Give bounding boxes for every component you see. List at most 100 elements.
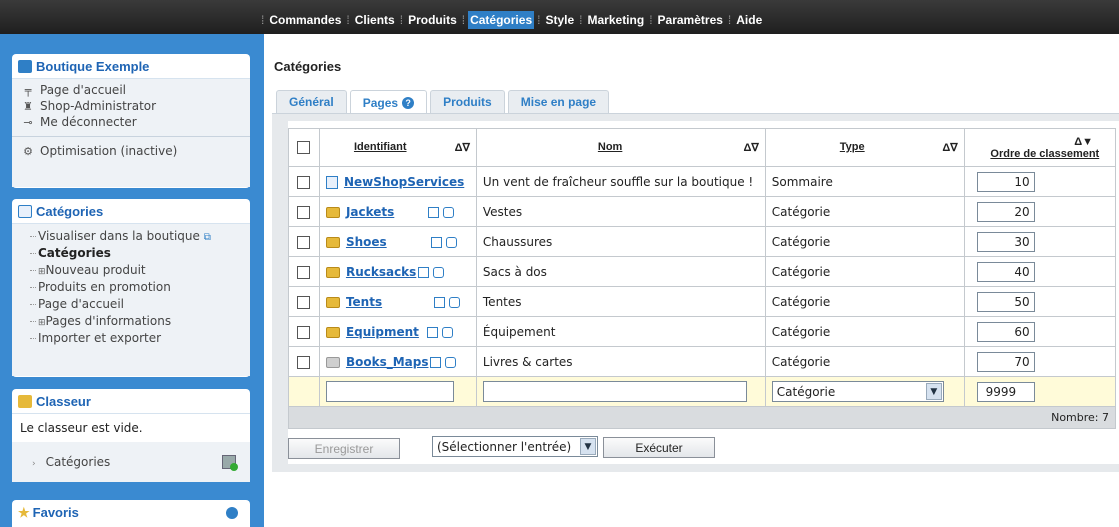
folder-icon bbox=[325, 266, 340, 278]
tab-mise-en-page[interactable]: Mise en page bbox=[507, 90, 610, 113]
tree-item-categories[interactable]: Catégories bbox=[30, 245, 250, 262]
ident-link[interactable]: NewShopServices bbox=[344, 175, 464, 189]
row-checkbox[interactable] bbox=[297, 265, 311, 279]
nav-clients[interactable]: Clients bbox=[353, 11, 397, 29]
sidebar-item-optimisation[interactable]: ⚙ Optimisation (inactive) bbox=[12, 143, 250, 159]
tab-produits[interactable]: Produits bbox=[430, 90, 505, 113]
ident-link[interactable]: Books_Maps bbox=[346, 355, 429, 369]
classeur-title[interactable]: Classeur bbox=[36, 394, 91, 409]
chevron-down-icon[interactable]: ▼ bbox=[925, 383, 942, 400]
sidebar-item-home[interactable]: ╤ Page d'accueil bbox=[12, 82, 250, 98]
row-checkbox[interactable] bbox=[297, 325, 311, 339]
structure-icon[interactable] bbox=[430, 356, 442, 368]
shop-box-header: Boutique Exemple bbox=[12, 54, 250, 79]
ordre-input[interactable]: 60 bbox=[976, 321, 1035, 342]
product-icon[interactable] bbox=[445, 236, 457, 248]
tab-general[interactable]: Général bbox=[276, 90, 347, 113]
tree-item-promotions[interactable]: Produits en promotion bbox=[30, 279, 250, 296]
ident-link[interactable]: Shoes bbox=[346, 235, 387, 249]
header-label: Nom bbox=[597, 141, 623, 153]
favoris-title[interactable]: Favoris bbox=[33, 505, 79, 520]
header-ordre[interactable]: Δ▼ Ordre de classement bbox=[963, 128, 1117, 167]
expand-icon[interactable]: ⊞ bbox=[38, 267, 46, 277]
ordre-input[interactable]: 10 bbox=[976, 171, 1035, 192]
pages-table: Identifiant Δ∇ Nom Δ∇ Type Δ∇ Δ▼ Ordre de cl… bbox=[288, 128, 1117, 429]
ordre-input[interactable]: 40 bbox=[976, 261, 1035, 282]
select-all-checkbox[interactable] bbox=[297, 141, 311, 154]
new-type-select[interactable]: Catégorie ▼ bbox=[771, 381, 944, 402]
ordre-cell: 40 bbox=[963, 256, 1117, 287]
product-icon[interactable] bbox=[433, 266, 445, 278]
structure-icon[interactable] bbox=[428, 206, 440, 218]
ident-link[interactable]: Jackets bbox=[346, 205, 394, 219]
row-checkbox[interactable] bbox=[297, 295, 311, 309]
structure-icon[interactable] bbox=[430, 236, 442, 248]
product-icon[interactable] bbox=[449, 296, 461, 308]
category-tree-icon bbox=[18, 204, 32, 218]
nav-produits[interactable]: Produits bbox=[406, 11, 459, 29]
product-icon[interactable] bbox=[441, 326, 453, 338]
tree-item-new-product[interactable]: ⊞Nouveau produit bbox=[30, 262, 250, 279]
tree-item-view-shop[interactable]: Visualiser dans la boutique ⧉ bbox=[30, 228, 250, 245]
new-ident-input[interactable] bbox=[325, 381, 454, 402]
expand-icon[interactable]: ⊞ bbox=[38, 318, 46, 328]
product-icon[interactable] bbox=[445, 356, 457, 368]
action-select[interactable]: (Sélectionner l'entrée) ▼ bbox=[432, 436, 598, 457]
ordre-input[interactable]: 50 bbox=[976, 291, 1035, 312]
structure-icon[interactable] bbox=[426, 326, 438, 338]
nav-parametres[interactable]: Paramètres bbox=[656, 11, 725, 29]
ident-link[interactable]: Rucksacks bbox=[346, 265, 416, 279]
expand-circle-icon[interactable] bbox=[226, 506, 238, 519]
nav-categories[interactable]: Catégories bbox=[468, 11, 535, 29]
tree-item-info-pages[interactable]: ⊞Pages d'informations bbox=[30, 313, 250, 330]
execute-button[interactable]: Exécuter bbox=[603, 437, 715, 458]
save-button[interactable]: Enregistrer bbox=[288, 438, 400, 459]
new-nom-input[interactable] bbox=[482, 381, 747, 402]
nav-marketing[interactable]: Marketing bbox=[586, 11, 647, 29]
ident-link[interactable]: Tents bbox=[346, 295, 382, 309]
add-to-classeur-icon[interactable] bbox=[222, 455, 238, 471]
row-checkbox[interactable] bbox=[297, 205, 311, 219]
sort-icon[interactable]: Δ▼ bbox=[977, 136, 1113, 148]
new-ordre-input[interactable]: 9999 bbox=[976, 381, 1035, 402]
tab-label: Pages bbox=[362, 95, 399, 110]
chevron-down-icon[interactable]: ▼ bbox=[580, 438, 596, 455]
nom-cell: Tentes bbox=[475, 286, 766, 317]
shop-title[interactable]: Boutique Exemple bbox=[36, 59, 149, 74]
help-icon[interactable]: ? bbox=[402, 96, 415, 109]
sidebar-item-label: Optimisation (inactive) bbox=[40, 144, 178, 158]
tree-item-homepage[interactable]: Page d'accueil bbox=[30, 296, 250, 313]
sidebar-item-admin[interactable]: ♜ Shop-Administrator bbox=[12, 98, 250, 114]
header-type[interactable]: Type Δ∇ bbox=[764, 128, 965, 167]
tree-item-import-export[interactable]: Importer et exporter bbox=[30, 330, 250, 347]
row-checkbox[interactable] bbox=[297, 175, 311, 189]
nom-cell: Sacs à dos bbox=[475, 256, 766, 287]
select-all-cell bbox=[288, 128, 320, 167]
folder-icon bbox=[325, 236, 340, 248]
nav-style[interactable]: Style bbox=[543, 11, 576, 29]
ordre-input[interactable]: 30 bbox=[976, 231, 1035, 252]
row-checkbox[interactable] bbox=[297, 355, 311, 369]
header-label: Type bbox=[839, 141, 865, 153]
classeur-item-categories[interactable]: › Catégories bbox=[12, 442, 250, 482]
categories-title[interactable]: Catégories bbox=[36, 204, 103, 219]
ordre-input[interactable]: 20 bbox=[976, 201, 1035, 222]
ordre-input[interactable]: 70 bbox=[976, 351, 1035, 372]
folder-icon bbox=[325, 206, 340, 218]
type-cell: Catégorie bbox=[764, 346, 965, 377]
header-identifiant[interactable]: Identifiant Δ∇ bbox=[318, 128, 477, 167]
sidebar-item-logout[interactable]: ⊸ Me déconnecter bbox=[12, 114, 250, 130]
product-icon[interactable] bbox=[443, 206, 455, 218]
folder-icon bbox=[325, 296, 340, 308]
structure-icon[interactable] bbox=[434, 296, 446, 308]
tab-pages[interactable]: Pages? bbox=[349, 90, 428, 114]
nav-aide[interactable]: Aide bbox=[734, 11, 764, 29]
header-nom[interactable]: Nom Δ∇ bbox=[475, 128, 766, 167]
nav-commandes[interactable]: Commandes bbox=[267, 11, 343, 29]
sort-icon[interactable]: Δ∇ bbox=[744, 141, 759, 154]
sort-icon[interactable]: Δ∇ bbox=[942, 141, 957, 154]
row-checkbox[interactable] bbox=[297, 235, 311, 249]
structure-icon[interactable] bbox=[418, 266, 430, 278]
ident-link[interactable]: Equipment bbox=[346, 325, 419, 339]
sort-icon[interactable]: Δ∇ bbox=[455, 141, 470, 154]
